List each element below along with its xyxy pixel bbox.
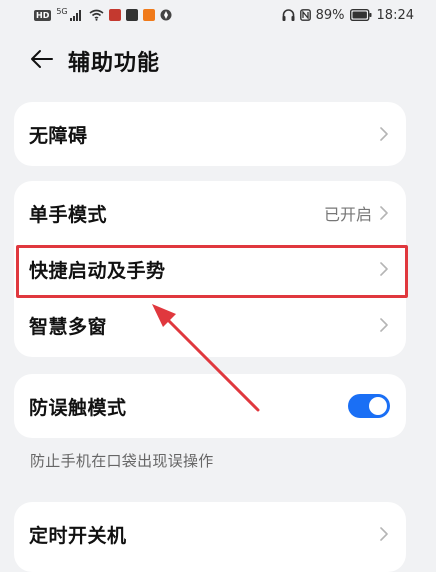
battery-percent: 89%: [315, 7, 345, 23]
row-label: 智慧多窗: [29, 315, 108, 338]
annotation-highlight-box: [16, 245, 408, 298]
hd-badge: HD: [34, 9, 52, 21]
row-mistouch-mode[interactable]: 防误触模式: [14, 374, 406, 438]
row-accessibility[interactable]: 无障碍: [14, 102, 406, 166]
row-label: 无障碍: [29, 124, 88, 147]
status-bar: HD 5G 89% 18:24: [0, 0, 436, 30]
row-one-handed-mode[interactable]: 单手模式 已开启: [14, 185, 406, 241]
signal-icon: [69, 9, 84, 21]
row-label: 单手模式: [29, 203, 108, 226]
row-scheduled-power[interactable]: 定时开关机: [14, 502, 406, 566]
status-left: HD 5G: [34, 6, 172, 21]
row-label: 防误触模式: [29, 396, 127, 419]
headphones-icon: [282, 9, 295, 21]
status-text: 已开启: [323, 205, 372, 224]
nfc-icon: [299, 9, 311, 21]
card-scheduled-power: 定时开关机: [14, 502, 406, 572]
row-label: 定时开关机: [29, 524, 127, 547]
chevron-right-icon: [378, 317, 390, 333]
notification-app-icon: [108, 9, 121, 21]
notification-message-icon: [125, 9, 138, 21]
notification-video-icon: [142, 9, 155, 21]
chevron-right-icon: [378, 526, 390, 542]
header: 辅助功能: [0, 38, 436, 84]
status-right: 89% 18:24: [282, 8, 414, 23]
network-type-label: 5G: [56, 6, 68, 16]
wifi-icon: [89, 9, 104, 21]
notification-compass-icon: [160, 9, 172, 21]
page-title: 辅助功能: [68, 51, 161, 76]
mistouch-description: 防止手机在口袋出现误操作: [30, 452, 214, 470]
back-arrow-icon: [30, 49, 54, 73]
row-smart-multi-window[interactable]: 智慧多窗: [14, 297, 406, 353]
chevron-right-icon: [378, 126, 390, 142]
battery-icon: [349, 9, 372, 21]
card-accessibility: 无障碍: [14, 102, 406, 166]
mistouch-toggle[interactable]: [348, 394, 390, 418]
toggle-knob: [369, 397, 387, 415]
chevron-right-icon: [378, 205, 390, 221]
back-button[interactable]: [22, 41, 62, 81]
card-mistouch: 防误触模式: [14, 374, 406, 438]
clock: 18:24: [376, 7, 414, 23]
